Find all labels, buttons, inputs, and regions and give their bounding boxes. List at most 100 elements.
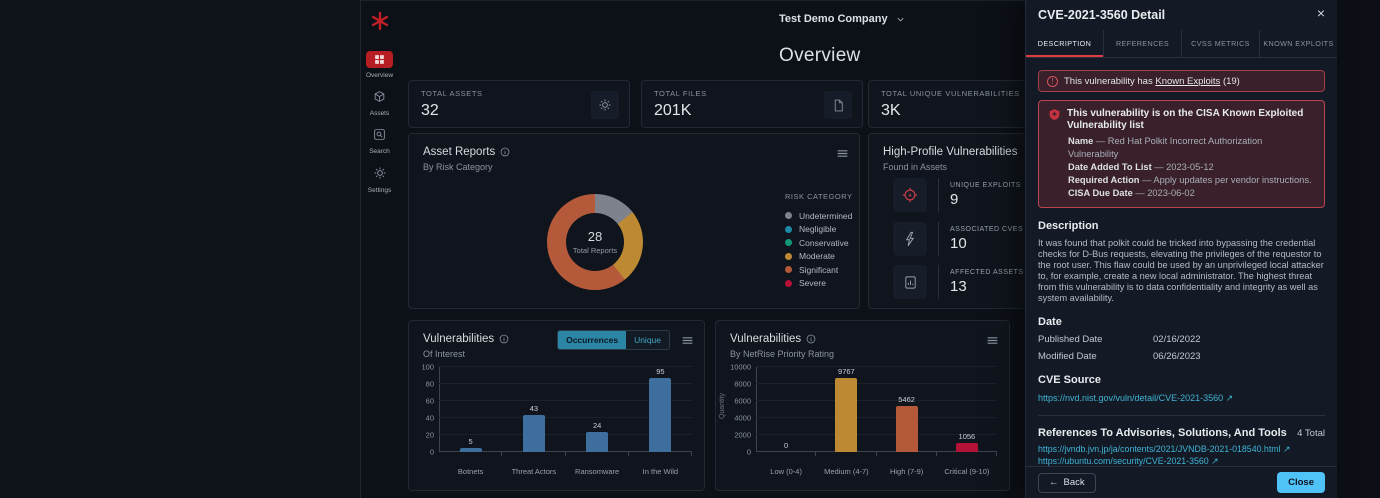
panel-body: ! This vulnerability has Known Exploits … — [1026, 58, 1337, 466]
y-tick-label: 40 — [425, 413, 434, 423]
cisa-row-date-added-to-list: Date Added To List — 2023-05-12 — [1068, 162, 1214, 172]
sidebar-item-overview[interactable]: Overview — [361, 51, 398, 79]
cve-source-link[interactable]: https://nvd.nist.gov/vuln/detail/CVE-202… — [1038, 393, 1325, 403]
reference-link[interactable]: https://ubuntu.com/security/CVE-2021-356… — [1038, 456, 1325, 466]
x-tick-label: Threat Actors — [511, 467, 557, 476]
hp-stat-associated-cves: ASSOCIATED CVES 10 — [893, 221, 1024, 256]
bar-value-label: 5462 — [898, 394, 915, 404]
priority-rating-bar-chart: 0 2000 4000 6000 8000 10000 0 9767 5462 1056 — [730, 363, 998, 457]
y-tick-label: 80 — [425, 379, 434, 389]
lightning-icon — [902, 231, 918, 247]
divider — [1038, 414, 1325, 416]
x-tick-label: Ransomware — [575, 467, 620, 476]
stat-value: 32 — [421, 102, 439, 119]
sidebar-item-settings[interactable]: Settings — [361, 164, 398, 194]
bar-value-label: 24 — [592, 420, 602, 430]
legend-dot — [785, 239, 792, 247]
netrise-logo-icon — [368, 10, 392, 34]
bar-value-label: 5 — [468, 436, 473, 446]
known-exploits-alert: ! This vulnerability has Known Exploits … — [1038, 70, 1325, 92]
hp-stat-value: 10 — [950, 234, 967, 252]
dashboard-icon — [366, 51, 393, 68]
desktop-background — [0, 0, 360, 498]
x-tick-label: Botnets — [457, 467, 484, 476]
x-tick-label: High (7-9) — [889, 467, 924, 476]
occurrences-unique-toggle[interactable]: Occurrences Unique — [557, 330, 670, 350]
hp-stat-label: ASSOCIATED CVES — [950, 225, 1024, 233]
tab-known-exploits[interactable]: KNOWN EXPLOITS — [1259, 30, 1337, 57]
donut-caption: Total Reports — [572, 246, 618, 255]
crosshair-icon — [901, 186, 919, 204]
panel-footer: ← Back Close — [1026, 466, 1337, 498]
toggle-unique[interactable]: Unique — [626, 331, 669, 349]
panel-tabs: DESCRIPTION REFERENCES CVSS METRICS KNOWN E… — [1026, 30, 1337, 58]
info-icon[interactable] — [500, 147, 510, 157]
donut-total: 28 — [587, 229, 603, 244]
menu-icon[interactable] — [986, 334, 999, 347]
sidebar-item-label: Overview — [365, 72, 394, 79]
total-assets-card: TOTAL ASSETS 32 — [408, 80, 630, 128]
vulnerabilities-of-interest-card: Vulnerabilities Of Interest Occurrences U… — [408, 320, 705, 491]
hp-stat-label: AFFECTED ASSETS — [950, 269, 1024, 276]
cve-source-heading: CVE Source — [1038, 374, 1101, 387]
bar-in-the-wild: 95 — [629, 367, 693, 456]
legend-label: Conservative — [799, 237, 849, 248]
sidebar-nav: Overview Assets Search Settings — [361, 51, 398, 203]
cisa-title: This vulnerability is on the CISA Known … — [1067, 108, 1304, 131]
card-title: Asset Reports — [423, 146, 496, 158]
file-icon[interactable] — [824, 91, 852, 119]
tab-references[interactable]: REFERENCES — [1103, 30, 1181, 57]
legend-label: Undetermined — [799, 210, 853, 221]
info-icon[interactable] — [499, 334, 509, 344]
legend-dot — [785, 279, 792, 287]
asset-reports-card: Asset Reports By Risk Category 28 Total … — [408, 133, 880, 309]
legend-label: Severe — [799, 278, 826, 289]
bar-value-label: 0 — [784, 441, 789, 450]
netrise-priority-card: Vulnerabilities By NetRise Priority Rati… — [715, 320, 1010, 491]
alert-icon: ! — [1047, 75, 1058, 87]
stat-label: TOTAL FILES — [654, 89, 707, 98]
card-title: Vulnerabilities — [423, 333, 495, 345]
gear-icon[interactable] — [591, 91, 619, 119]
menu-icon[interactable] — [836, 147, 849, 160]
y-tick-label: 6000 — [734, 396, 751, 406]
cisa-kev-notice: This vulnerability is on the CISA Known … — [1038, 100, 1325, 208]
reference-link[interactable]: https://jvndb.jvn.jp/ja/contents/2021/JV… — [1038, 444, 1325, 454]
y-tick-label: 0 — [746, 447, 751, 457]
y-tick-label: 0 — [429, 447, 434, 457]
tab-description[interactable]: DESCRIPTION — [1026, 30, 1103, 57]
tab-cvss-metrics[interactable]: CVSS METRICS — [1181, 30, 1259, 57]
info-icon[interactable] — [806, 334, 816, 344]
card-subtitle: Found in Assets — [883, 162, 948, 172]
bar-threat-actors: 43 — [502, 367, 566, 456]
description-text: It was found that polkit could be tricke… — [1038, 238, 1324, 304]
sidebar-item-label: Settings — [367, 186, 392, 194]
hp-stat-value: 9 — [950, 191, 959, 208]
toggle-occurrences[interactable]: Occurrences — [558, 331, 627, 349]
external-link-icon: ↗ — [1225, 393, 1234, 404]
known-exploits-link[interactable]: Known Exploits — [1155, 76, 1220, 87]
external-link-icon: ↗ — [1211, 455, 1219, 466]
menu-icon[interactable] — [681, 334, 694, 347]
sidebar-item-assets[interactable]: Assets — [361, 88, 398, 117]
hp-stat-value: 13 — [950, 278, 967, 295]
back-button[interactable]: ← Back — [1038, 472, 1096, 493]
stat-value: 201K — [654, 102, 692, 119]
chevron-down-icon — [895, 14, 906, 25]
references-heading: References To Advisories, Solutions, And… — [1038, 426, 1287, 439]
close-button[interactable]: Close — [1277, 472, 1325, 493]
sidebar-item-search[interactable]: Search — [361, 126, 398, 155]
search-icon — [366, 126, 393, 143]
report-icon — [903, 275, 918, 290]
company-selector[interactable]: Test Demo Company — [779, 13, 906, 25]
legend-dot — [785, 212, 792, 220]
card-title: High-Profile Vulnerabilities — [883, 146, 1018, 158]
panel-title: CVE-2021-3560 Detail — [1038, 8, 1166, 22]
cisa-row-name: Name — Red Hat Polkit Incorrect Authoriz… — [1068, 136, 1263, 159]
bar-value-label: 1056 — [958, 432, 976, 442]
close-icon[interactable]: × — [1317, 5, 1325, 21]
total-files-card: TOTAL FILES 201K — [641, 80, 863, 128]
card-title: Vulnerabilities — [730, 333, 802, 345]
legend-dot — [785, 252, 792, 260]
cisa-row-required-action: Required Action — Apply updates per vend… — [1068, 175, 1312, 185]
